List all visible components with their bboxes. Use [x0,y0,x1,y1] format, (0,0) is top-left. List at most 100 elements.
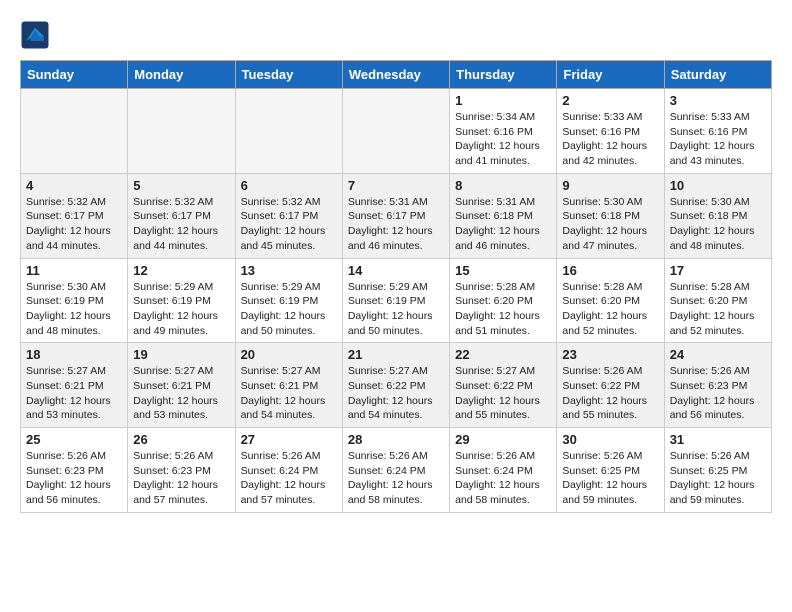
calendar-week-4: 18 Sunrise: 5:27 AMSunset: 6:21 PMDayligh… [21,343,772,428]
day-info: Sunrise: 5:26 AMSunset: 6:25 PMDaylight:… [562,449,658,508]
col-header-monday: Monday [128,61,235,89]
calendar-cell: 7 Sunrise: 5:31 AMSunset: 6:17 PMDaylight… [342,173,449,258]
calendar-cell: 14 Sunrise: 5:29 AMSunset: 6:19 PMDayligh… [342,258,449,343]
day-number: 16 [562,263,658,278]
day-number: 4 [26,178,122,193]
day-info: Sunrise: 5:32 AMSunset: 6:17 PMDaylight:… [241,195,337,254]
day-number: 15 [455,263,551,278]
col-header-sunday: Sunday [21,61,128,89]
day-number: 9 [562,178,658,193]
col-header-wednesday: Wednesday [342,61,449,89]
calendar-cell [21,89,128,174]
day-number: 8 [455,178,551,193]
day-info: Sunrise: 5:26 AMSunset: 6:22 PMDaylight:… [562,364,658,423]
day-number: 29 [455,432,551,447]
day-info: Sunrise: 5:28 AMSunset: 6:20 PMDaylight:… [562,280,658,339]
col-header-saturday: Saturday [664,61,771,89]
day-number: 23 [562,347,658,362]
day-info: Sunrise: 5:26 AMSunset: 6:23 PMDaylight:… [26,449,122,508]
day-number: 26 [133,432,229,447]
calendar-cell: 22Sunrise: 5:27 AMSunset: 6:22 PMDayligh… [450,343,557,428]
day-info: Sunrise: 5:32 AMSunset: 6:17 PMDaylight:… [26,195,122,254]
calendar-cell: 16 Sunrise: 5:28 AMSunset: 6:20 PMDayligh… [557,258,664,343]
day-info: Sunrise: 5:30 AMSunset: 6:18 PMDaylight:… [562,195,658,254]
day-number: 20 [241,347,337,362]
calendar-cell: 26 Sunrise: 5:26 AMSunset: 6:23 PMDayligh… [128,428,235,513]
day-number: 5 [133,178,229,193]
day-number: 25 [26,432,122,447]
day-number: 7 [348,178,444,193]
day-info: Sunrise: 5:26 AMSunset: 6:24 PMDaylight:… [241,449,337,508]
calendar-cell [128,89,235,174]
day-info: Sunrise: 5:26 AMSunset: 6:24 PMDaylight:… [455,449,551,508]
calendar-cell: 21Sunrise: 5:27 AMSunset: 6:22 PMDayligh… [342,343,449,428]
calendar-cell: 15 Sunrise: 5:28 AMSunset: 6:20 PMDayligh… [450,258,557,343]
day-number: 30 [562,432,658,447]
logo-icon [20,20,50,50]
calendar-cell: 28 Sunrise: 5:26 AMSunset: 6:24 PMDayligh… [342,428,449,513]
calendar-cell: 8 Sunrise: 5:31 AMSunset: 6:18 PMDaylight… [450,173,557,258]
day-info: Sunrise: 5:29 AMSunset: 6:19 PMDaylight:… [348,280,444,339]
day-info: Sunrise: 5:34 AMSunset: 6:16 PMDaylight:… [455,110,551,169]
day-number: 22 [455,347,551,362]
day-info: Sunrise: 5:27 AMSunset: 6:22 PMDaylight:… [348,364,444,423]
day-number: 31 [670,432,766,447]
logo [20,20,54,50]
day-number: 11 [26,263,122,278]
day-number: 12 [133,263,229,278]
day-info: Sunrise: 5:33 AMSunset: 6:16 PMDaylight:… [670,110,766,169]
day-number: 18 [26,347,122,362]
day-info: Sunrise: 5:29 AMSunset: 6:19 PMDaylight:… [133,280,229,339]
day-info: Sunrise: 5:32 AMSunset: 6:17 PMDaylight:… [133,195,229,254]
calendar-week-2: 4 Sunrise: 5:32 AMSunset: 6:17 PMDaylight… [21,173,772,258]
day-info: Sunrise: 5:27 AMSunset: 6:21 PMDaylight:… [26,364,122,423]
calendar-cell: 27 Sunrise: 5:26 AMSunset: 6:24 PMDayligh… [235,428,342,513]
calendar-cell: 18 Sunrise: 5:27 AMSunset: 6:21 PMDayligh… [21,343,128,428]
day-number: 2 [562,93,658,108]
calendar-cell: 3 Sunrise: 5:33 AMSunset: 6:16 PMDaylight… [664,89,771,174]
day-info: Sunrise: 5:26 AMSunset: 6:24 PMDaylight:… [348,449,444,508]
day-number: 6 [241,178,337,193]
day-number: 1 [455,93,551,108]
day-number: 27 [241,432,337,447]
day-number: 19 [133,347,229,362]
calendar-cell: 17 Sunrise: 5:28 AMSunset: 6:20 PMDayligh… [664,258,771,343]
day-info: Sunrise: 5:29 AMSunset: 6:19 PMDaylight:… [241,280,337,339]
day-info: Sunrise: 5:26 AMSunset: 6:23 PMDaylight:… [670,364,766,423]
page-header [20,20,772,50]
calendar-cell: 11Sunrise: 5:30 AMSunset: 6:19 PMDayligh… [21,258,128,343]
col-header-friday: Friday [557,61,664,89]
calendar-cell: 24 Sunrise: 5:26 AMSunset: 6:23 PMDayligh… [664,343,771,428]
day-info: Sunrise: 5:27 AMSunset: 6:21 PMDaylight:… [133,364,229,423]
day-number: 24 [670,347,766,362]
calendar-cell: 30 Sunrise: 5:26 AMSunset: 6:25 PMDayligh… [557,428,664,513]
day-info: Sunrise: 5:26 AMSunset: 6:25 PMDaylight:… [670,449,766,508]
calendar-cell: 25 Sunrise: 5:26 AMSunset: 6:23 PMDayligh… [21,428,128,513]
day-number: 28 [348,432,444,447]
calendar-week-1: 1 Sunrise: 5:34 AMSunset: 6:16 PMDaylight… [21,89,772,174]
day-number: 3 [670,93,766,108]
col-header-thursday: Thursday [450,61,557,89]
calendar-header-row: SundayMondayTuesdayWednesdayThursdayFrid… [21,61,772,89]
day-number: 17 [670,263,766,278]
day-info: Sunrise: 5:27 AMSunset: 6:21 PMDaylight:… [241,364,337,423]
calendar-week-3: 11Sunrise: 5:30 AMSunset: 6:19 PMDayligh… [21,258,772,343]
day-info: Sunrise: 5:31 AMSunset: 6:17 PMDaylight:… [348,195,444,254]
calendar-cell [235,89,342,174]
calendar-cell: 4 Sunrise: 5:32 AMSunset: 6:17 PMDaylight… [21,173,128,258]
day-info: Sunrise: 5:26 AMSunset: 6:23 PMDaylight:… [133,449,229,508]
day-info: Sunrise: 5:28 AMSunset: 6:20 PMDaylight:… [670,280,766,339]
calendar-cell [342,89,449,174]
calendar-cell: 10 Sunrise: 5:30 AMSunset: 6:18 PMDayligh… [664,173,771,258]
day-info: Sunrise: 5:28 AMSunset: 6:20 PMDaylight:… [455,280,551,339]
day-number: 10 [670,178,766,193]
day-info: Sunrise: 5:30 AMSunset: 6:18 PMDaylight:… [670,195,766,254]
calendar-cell: 29 Sunrise: 5:26 AMSunset: 6:24 PMDayligh… [450,428,557,513]
calendar-cell: 12 Sunrise: 5:29 AMSunset: 6:19 PMDayligh… [128,258,235,343]
calendar-cell: 19 Sunrise: 5:27 AMSunset: 6:21 PMDayligh… [128,343,235,428]
day-number: 14 [348,263,444,278]
col-header-tuesday: Tuesday [235,61,342,89]
calendar-cell: 6 Sunrise: 5:32 AMSunset: 6:17 PMDaylight… [235,173,342,258]
day-info: Sunrise: 5:31 AMSunset: 6:18 PMDaylight:… [455,195,551,254]
day-info: Sunrise: 5:33 AMSunset: 6:16 PMDaylight:… [562,110,658,169]
